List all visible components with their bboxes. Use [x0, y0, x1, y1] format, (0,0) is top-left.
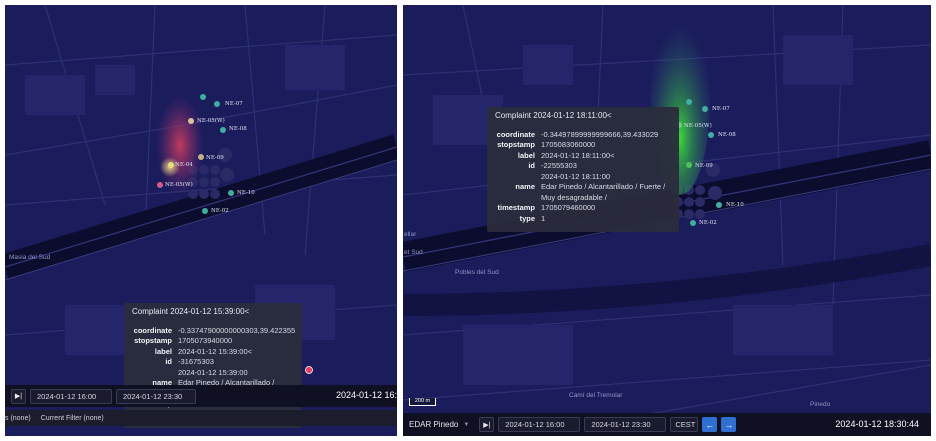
current-time: 2024-01-12 16:0	[336, 390, 397, 400]
sensor-marker[interactable]	[228, 190, 234, 196]
tooltip-value: -22555303	[541, 161, 577, 170]
sensor-label: NE-09	[206, 155, 224, 161]
map-scale: 200 m	[409, 398, 436, 406]
sensor-marker[interactable]	[686, 162, 692, 168]
tooltip-value: 1705073940000	[178, 336, 233, 345]
sensor-label: NE-05(W)	[197, 118, 225, 124]
odor-plume	[156, 95, 204, 195]
sensor-label: NE-02	[699, 220, 717, 226]
tooltip-value: -0.34497899999999666,39.433029	[541, 129, 659, 139]
arrow-left-icon: ←	[705, 419, 715, 430]
tooltip-key: name	[515, 182, 535, 191]
sensor-label: NE-05(W)	[684, 123, 712, 129]
sensor-marker[interactable]	[716, 202, 722, 208]
sensor-marker[interactable]	[202, 208, 208, 214]
end-time-input[interactable]: 2024-01-12 23:30	[116, 388, 196, 404]
sensor-marker[interactable]	[198, 154, 204, 160]
sensor-marker[interactable]	[188, 118, 194, 124]
sensor-label: NE-05(W)	[165, 182, 193, 188]
tooltip-key: label	[517, 150, 535, 160]
complaint-marker[interactable]	[305, 366, 313, 374]
sensor-label: NE-10	[237, 190, 255, 196]
place-label: Masia del Sud	[9, 254, 51, 261]
left-footer: s (none) Current Filter (none)	[5, 410, 397, 426]
station-select[interactable]: EDAR Pinedo ▼	[409, 420, 469, 429]
place-label: Pobles del Sud	[455, 269, 499, 276]
place-label: Pinedo	[810, 401, 831, 408]
sensor-marker[interactable]	[686, 99, 692, 105]
sensor-label: NE-08	[229, 126, 247, 132]
tooltip-value: -0.33747900000000303,39.422355	[178, 325, 296, 335]
left-map-panel[interactable]: NE-07 NE-05(W) NE-08 NE-09 NE-04 NE-05(W…	[5, 5, 397, 436]
footer-status: s (none)	[5, 414, 31, 422]
sensor-marker[interactable]	[200, 94, 206, 100]
tooltip-value: 2024-01-12 15:39:00	[178, 367, 248, 377]
place-label: ellar	[404, 231, 417, 238]
tooltip-key: id	[165, 357, 172, 366]
skip-forward-button[interactable]: ▶|	[479, 417, 495, 432]
station-name: EDAR Pinedo	[409, 420, 459, 429]
timezone-select[interactable]: CEST	[670, 417, 699, 432]
next-step-button[interactable]: →	[721, 417, 737, 432]
sensor-marker[interactable]	[702, 106, 708, 112]
tooltip-value: -31675303	[178, 357, 214, 366]
skip-forward-icon: ▶|	[483, 421, 491, 429]
tooltip-value: 1705083060000	[541, 140, 596, 149]
sensor-marker[interactable]	[690, 220, 696, 226]
tooltip-value: 2024-01-12 18:11:00	[541, 171, 611, 181]
complaint-tooltip: Complaint 2024-01-12 18:11:00< coordinat…	[487, 107, 679, 232]
tooltip-key: id	[528, 161, 535, 170]
tooltip-value: 1705079460000	[541, 203, 596, 212]
start-time-input[interactable]: 2024-01-12 16:00	[30, 388, 112, 404]
current-filter[interactable]: Current Filter (none)	[41, 415, 104, 422]
tooltip-key: coordinate	[133, 325, 172, 335]
tooltip-key: timestamp	[497, 203, 535, 212]
current-time: 2024-01-12 18:30:44	[835, 419, 919, 429]
sensor-marker[interactable]	[214, 101, 220, 107]
skip-forward-button[interactable]: ▶|	[11, 388, 26, 404]
right-time-bar: EDAR Pinedo ▼ ▶| 2024-01-12 16:00 2024-0…	[403, 413, 931, 436]
previous-step-button[interactable]: ←	[702, 417, 718, 432]
tooltip-value: Edar Pinedo / Alcantarillado / Fuerte / …	[541, 182, 666, 202]
tooltip-value: 2024-01-12 18:11:00<	[541, 150, 615, 160]
tooltip-title: Complaint 2024-01-12 15:39:00<	[132, 307, 250, 316]
tooltip-value: 1	[541, 213, 546, 223]
left-time-bar: ▶| 2024-01-12 16:00 2024-01-12 23:30 202…	[5, 385, 397, 407]
tooltip-title: Complaint 2024-01-12 18:11:00<	[495, 111, 612, 120]
tooltip-key: label	[154, 346, 172, 356]
sensor-label: NE-10	[726, 202, 744, 208]
sensor-label: NE-09	[695, 163, 713, 169]
sensor-label: NE-07	[225, 101, 243, 107]
sensor-marker[interactable]	[157, 182, 163, 188]
sensor-marker[interactable]	[220, 127, 226, 133]
sensor-label: NE-02	[211, 208, 229, 214]
sensor-marker[interactable]	[168, 162, 174, 168]
place-label: et Sud	[404, 249, 423, 256]
skip-forward-icon: ▶|	[14, 393, 23, 400]
sensor-label: NE-04	[175, 162, 193, 168]
start-time-input[interactable]: 2024-01-12 16:00	[498, 417, 581, 432]
tooltip-value: 2024-01-12 15:39:00<	[178, 346, 253, 356]
sensor-label: NE-08	[718, 132, 736, 138]
tooltip-key	[495, 172, 535, 183]
tooltip-key	[132, 368, 172, 379]
sensor-marker[interactable]	[708, 132, 714, 138]
sensor-label: NE-07	[712, 106, 730, 112]
arrow-right-icon: →	[724, 419, 734, 430]
tooltip-key: stopstamp	[497, 140, 535, 149]
tooltip-key: type	[519, 213, 535, 223]
tooltip-key: stopstamp	[134, 336, 172, 345]
chevron-down-icon: ▼	[463, 421, 470, 428]
tooltip-key: coordinate	[496, 129, 535, 139]
place-label: Camí del Tremolar	[569, 392, 623, 399]
right-map-panel[interactable]: NE-07 NE-05(W) NE-08 NE-09 NE-10 NE-02 P…	[403, 5, 931, 436]
end-time-input[interactable]: 2024-01-12 23:30	[584, 417, 667, 432]
